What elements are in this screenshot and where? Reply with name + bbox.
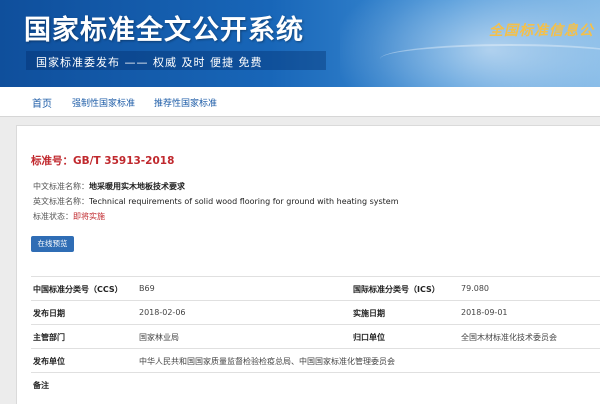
table-row: 发布单位 中华人民共和国国家质量监督检验检疫总局、中国国家标准化管理委员会	[31, 348, 600, 372]
status-row: 标准状态：即将实施	[33, 211, 105, 222]
responsible-unit-value: 全国木材标准化技术委员会	[461, 333, 557, 342]
status-label: 标准状态：	[33, 212, 73, 221]
nav-home-link[interactable]: 首页	[32, 95, 52, 110]
department-value: 国家林业局	[139, 333, 179, 342]
standard-detail-card: 标准号：GB/T 35913-2018 中文标准名称：地采暖用实木地板技术要求 …	[16, 125, 600, 404]
site-subtitle: 国家标准委发布 —— 权威 及时 便捷 免费	[36, 56, 263, 69]
implement-date-value: 2018-09-01	[461, 308, 508, 317]
implement-date-label: 实施日期	[353, 309, 385, 318]
ccs-value: B69	[139, 284, 155, 293]
ics-label: 国际标准分类号（ICS）	[353, 285, 440, 294]
ccs-label: 中国标准分类号（CCS）	[33, 285, 123, 294]
status-value: 即将实施	[73, 212, 105, 221]
table-row: 发布日期 2018-02-06 实施日期 2018-09-01	[31, 300, 600, 324]
banner-wave-decoration	[380, 44, 600, 74]
site-title: 国家标准全文公开系统	[24, 15, 304, 46]
online-preview-button[interactable]: 在线预览	[31, 236, 74, 252]
cn-name-value: 地采暖用实木地板技术要求	[89, 182, 185, 191]
cn-name-label: 中文标准名称：	[33, 182, 89, 191]
main-nav: 首页 强制性国家标准 推荐性国家标准	[0, 87, 600, 117]
header-banner: 国家标准全文公开系统 国家标准委发布 —— 权威 及时 便捷 免费 全国标准信息…	[0, 0, 600, 87]
en-name-row: 英文标准名称：Technical requirements of solid w…	[33, 196, 399, 207]
publisher-value: 中华人民共和国国家质量监督检验检疫总局、中国国家标准化管理委员会	[139, 357, 395, 366]
nav-recommended-standards-link[interactable]: 推荐性国家标准	[154, 96, 217, 109]
table-row: 备注	[31, 372, 600, 396]
cn-name-row: 中文标准名称：地采暖用实木地板技术要求	[33, 181, 185, 192]
publish-date-label: 发布日期	[33, 309, 65, 318]
publisher-label: 发布单位	[33, 357, 65, 366]
table-row: 中国标准分类号（CCS） B69 国际标准分类号（ICS） 79.080	[31, 276, 600, 300]
ics-value: 79.080	[461, 284, 489, 293]
en-name-label: 英文标准名称：	[33, 197, 89, 206]
responsible-unit-label: 归口单位	[353, 333, 385, 342]
standard-number-value: GB/T 35913-2018	[73, 155, 175, 167]
publish-date-value: 2018-02-06	[139, 308, 186, 317]
remarks-label: 备注	[33, 381, 49, 390]
standard-number-heading: 标准号：GB/T 35913-2018	[31, 153, 174, 168]
department-label: 主管部门	[33, 333, 65, 342]
nav-mandatory-standards-link[interactable]: 强制性国家标准	[72, 96, 135, 109]
table-row: 主管部门 国家林业局 归口单位 全国木材标准化技术委员会	[31, 324, 600, 348]
banner-calligraphy-logo: 全国标准信息公	[489, 23, 594, 39]
standard-number-label: 标准号：	[31, 155, 73, 167]
en-name-value: Technical requirements of solid wood flo…	[89, 197, 399, 206]
